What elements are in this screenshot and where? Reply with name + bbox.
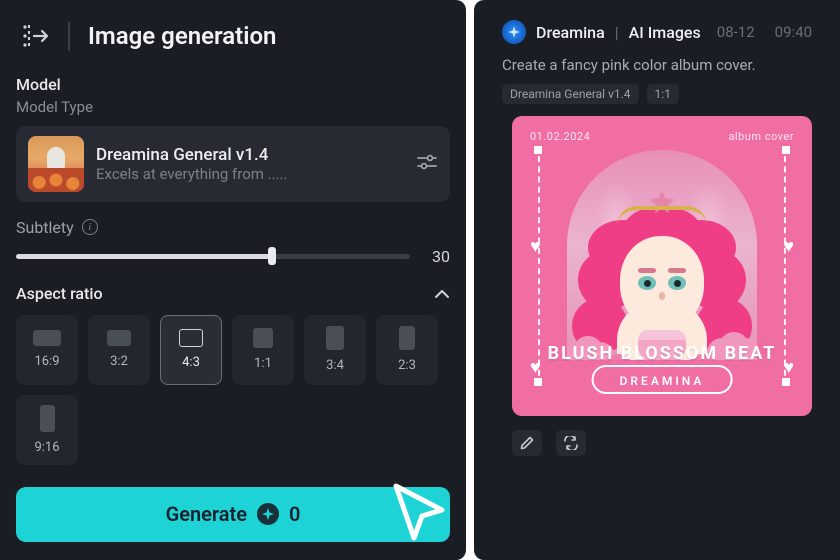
aspect-ratio-label: 4:3: [182, 355, 200, 370]
generate-label: Generate: [166, 502, 247, 526]
aspect-ratio-option[interactable]: 1:1: [232, 315, 294, 385]
aspect-ratio-header[interactable]: Aspect ratio: [16, 284, 450, 303]
page-title: Image generation: [68, 22, 276, 51]
generated-image[interactable]: 01.02.2024 album cover ♥ ♥ ♥ ♥ ★: [512, 116, 812, 416]
aspect-ratio-option[interactable]: 2:3: [376, 315, 438, 385]
slider-fill: [16, 254, 272, 259]
result-header: Dreamina | AI Images 08-12 09:40: [502, 20, 812, 44]
panel-header: Image generation: [22, 22, 450, 51]
sliders-icon[interactable]: [416, 153, 438, 175]
generate-credits: 0: [289, 502, 300, 526]
separator: |: [615, 23, 619, 42]
subtlety-row: Subtlety i: [16, 218, 450, 237]
subtlety-label: Subtlety: [16, 218, 74, 237]
generate-button[interactable]: Generate 0: [16, 487, 450, 542]
aspect-ratio-option[interactable]: 3:2: [88, 315, 150, 385]
aspect-ratio-shape: [40, 405, 55, 432]
aspect-ratio-shape: [33, 330, 61, 346]
result-app-name: Dreamina: [536, 23, 605, 42]
aspect-ratio-label: 1:1: [254, 356, 272, 371]
heart-icon: ♥: [530, 236, 541, 257]
model-thumbnail: [28, 136, 84, 192]
expand-icon[interactable]: [22, 23, 50, 49]
album-top-row: 01.02.2024 album cover: [530, 130, 794, 143]
heart-icon: ♥: [783, 236, 794, 257]
result-actions: [512, 430, 812, 456]
result-chips: Dreamina General v1.4 1:1: [502, 84, 812, 104]
subtlety-value: 30: [424, 247, 450, 266]
slider-thumb[interactable]: [268, 247, 276, 265]
model-type-label: Model Type: [16, 98, 450, 116]
chip-ratio: 1:1: [647, 84, 679, 104]
result-date: 08-12: [717, 23, 755, 41]
edit-button[interactable]: [512, 430, 542, 456]
album-title: BLUSH BLOSSOM BEAT: [512, 343, 812, 364]
sparkle-icon: [502, 20, 526, 44]
aspect-ratio-shape: [399, 326, 415, 350]
chevron-up-icon[interactable]: [434, 284, 450, 303]
aspect-ratio-option[interactable]: 3:4: [304, 315, 366, 385]
info-icon[interactable]: i: [82, 219, 98, 235]
model-text: Dreamina General v1.4 Excels at everythi…: [96, 145, 404, 183]
aspect-ratio-label: 2:3: [398, 358, 416, 373]
result-section: AI Images: [629, 23, 701, 42]
aspect-ratio-label: 9:16: [34, 440, 59, 455]
album-date: 01.02.2024: [530, 130, 590, 143]
aspect-ratio-grid: 16:9 3:2 4:3 1:1 3:4 2:3 9:16: [16, 315, 450, 465]
result-prompt: Create a fancy pink color album cover.: [502, 56, 812, 74]
aspect-ratio-option[interactable]: 4:3: [160, 315, 222, 385]
subtlety-slider[interactable]: 30: [16, 247, 450, 266]
model-description: Excels at everything from .....: [96, 165, 404, 183]
aspect-ratio-label: 3:2: [110, 354, 128, 369]
aspect-ratio-shape: [326, 326, 344, 350]
result-panel: Dreamina | AI Images 08-12 09:40 Create …: [474, 0, 840, 560]
aspect-ratio-shape: [253, 328, 273, 348]
regenerate-button[interactable]: [556, 430, 586, 456]
aspect-ratio-label: 16:9: [34, 354, 59, 369]
app-root: Image generation Model Model Type Dreami…: [0, 0, 840, 560]
aspect-ratio-shape: [179, 329, 203, 347]
album-sub-wrap: DREAMINA: [592, 365, 733, 394]
model-name: Dreamina General v1.4: [96, 145, 404, 165]
aspect-ratio-label: Aspect ratio: [16, 284, 103, 303]
aspect-ratio-option[interactable]: 9:16: [16, 395, 78, 465]
settings-panel: Image generation Model Model Type Dreami…: [0, 0, 466, 560]
decor-square: [782, 146, 790, 154]
result-time: 09:40: [775, 23, 812, 41]
decor-square: [534, 378, 542, 386]
chip-model: Dreamina General v1.4: [502, 84, 639, 104]
album-subtitle: DREAMINA: [620, 374, 705, 388]
credit-icon: [257, 503, 279, 525]
album-tag: album cover: [728, 130, 794, 143]
model-selector[interactable]: Dreamina General v1.4 Excels at everythi…: [16, 126, 450, 202]
slider-track[interactable]: [16, 254, 410, 259]
aspect-ratio-label: 3:4: [326, 358, 344, 373]
decor-square: [782, 378, 790, 386]
album-arch: ★: [567, 150, 757, 360]
model-section-label: Model: [16, 75, 450, 94]
decor-square: [534, 146, 542, 154]
aspect-ratio-option[interactable]: 16:9: [16, 315, 78, 385]
aspect-ratio-shape: [107, 330, 131, 346]
